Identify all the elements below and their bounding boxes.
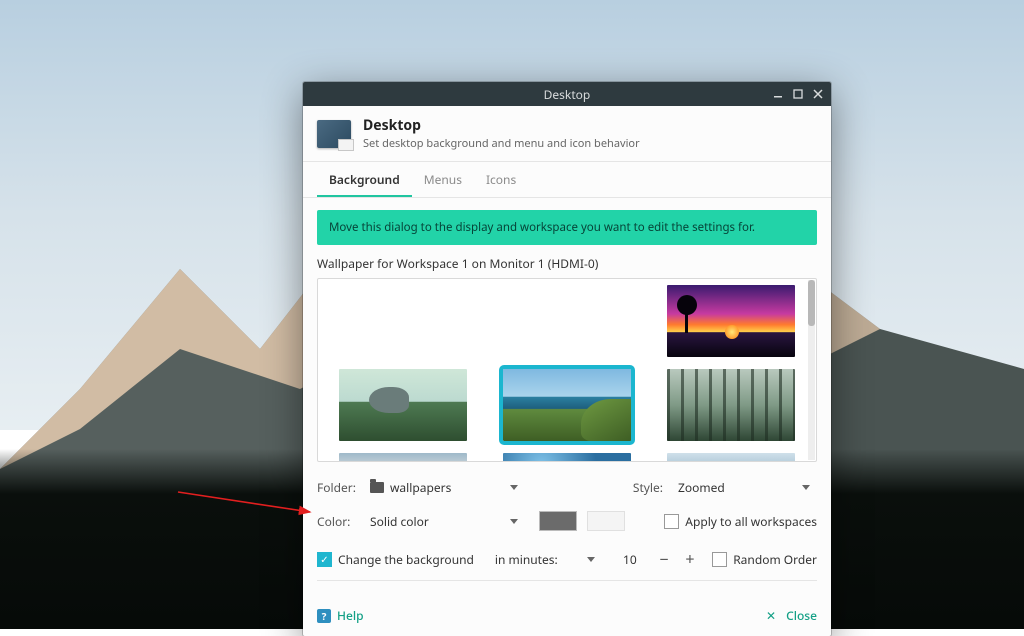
- change-background-checkbox[interactable]: ✓ Change the background: [317, 551, 474, 568]
- help-button[interactable]: ? Help: [317, 607, 364, 624]
- close-dialog-button[interactable]: ✕ Close: [766, 607, 817, 624]
- color-label: Color:: [317, 513, 363, 530]
- checkbox-icon: [712, 552, 727, 567]
- minimize-button[interactable]: [769, 85, 787, 103]
- interval-unit-value: in minutes:: [495, 551, 558, 568]
- chevron-down-icon: [510, 519, 518, 524]
- decrement-button[interactable]: −: [654, 549, 674, 569]
- divider: [317, 580, 817, 581]
- change-background-label: Change the background: [338, 551, 474, 568]
- checkbox-icon: [664, 514, 679, 529]
- dialog-title: Desktop: [363, 116, 640, 135]
- tab-bar: Background Menus Icons: [303, 162, 831, 198]
- style-value: Zoomed: [678, 479, 725, 496]
- wallpaper-section-label: Wallpaper for Workspace 1 on Monitor 1 (…: [317, 255, 817, 272]
- wallpaper-thumb[interactable]: [667, 453, 795, 462]
- scrollbar-thumb[interactable]: [808, 280, 815, 326]
- folder-label: Folder:: [317, 479, 363, 496]
- wallpaper-thumb[interactable]: [339, 369, 467, 441]
- wallpaper-thumb[interactable]: [667, 369, 795, 441]
- wallpaper-thumb: [503, 285, 631, 357]
- desktop-icon: [317, 120, 351, 148]
- chevron-down-icon: [802, 485, 810, 490]
- window-title: Desktop: [544, 86, 591, 103]
- random-order-label: Random Order: [733, 551, 817, 568]
- secondary-color-swatch[interactable]: [587, 511, 625, 531]
- dialog-header: Desktop Set desktop background and menu …: [303, 106, 831, 162]
- tab-icons[interactable]: Icons: [474, 162, 528, 197]
- interval-spinner[interactable]: 10 − +: [612, 549, 700, 569]
- interval-unit-combo[interactable]: in minutes:: [488, 547, 602, 572]
- folder-combo[interactable]: wallpapers: [363, 475, 525, 500]
- close-label: Close: [786, 607, 817, 624]
- wallpaper-thumb[interactable]: [339, 453, 467, 462]
- interval-value[interactable]: 10: [612, 551, 648, 568]
- help-icon: ?: [317, 609, 331, 623]
- close-icon: ✕: [766, 607, 776, 624]
- close-button[interactable]: [809, 85, 827, 103]
- color-mode-combo[interactable]: Solid color: [363, 509, 525, 534]
- wallpaper-thumb-selected[interactable]: [503, 369, 631, 441]
- apply-all-checkbox[interactable]: Apply to all workspaces: [664, 513, 817, 530]
- wallpaper-thumb[interactable]: [503, 453, 631, 462]
- style-label: Style:: [601, 479, 671, 496]
- increment-button[interactable]: +: [680, 549, 700, 569]
- apply-all-label: Apply to all workspaces: [685, 513, 817, 530]
- chevron-down-icon: [510, 485, 518, 490]
- desktop-settings-window: Desktop Desktop Set desktop background a…: [303, 82, 831, 636]
- wallpaper-thumb: [339, 285, 467, 357]
- maximize-button[interactable]: [789, 85, 807, 103]
- chevron-down-icon: [587, 557, 595, 562]
- wallpaper-gallery[interactable]: [317, 278, 817, 462]
- dialog-subtitle: Set desktop background and menu and icon…: [363, 136, 640, 151]
- folder-value: wallpapers: [390, 479, 451, 496]
- random-order-checkbox[interactable]: Random Order: [712, 551, 817, 568]
- tab-background[interactable]: Background: [317, 162, 412, 197]
- primary-color-swatch[interactable]: [539, 511, 577, 531]
- titlebar[interactable]: Desktop: [303, 82, 831, 106]
- tab-menus[interactable]: Menus: [412, 162, 474, 197]
- wallpaper-thumb[interactable]: [667, 285, 795, 357]
- style-combo[interactable]: Zoomed: [671, 475, 817, 500]
- color-mode-value: Solid color: [370, 513, 429, 530]
- checkbox-checked-icon: ✓: [317, 552, 332, 567]
- info-banner: Move this dialog to the display and work…: [317, 210, 817, 245]
- folder-icon: [370, 482, 384, 493]
- help-label: Help: [337, 607, 364, 624]
- gallery-scrollbar[interactable]: [808, 280, 815, 460]
